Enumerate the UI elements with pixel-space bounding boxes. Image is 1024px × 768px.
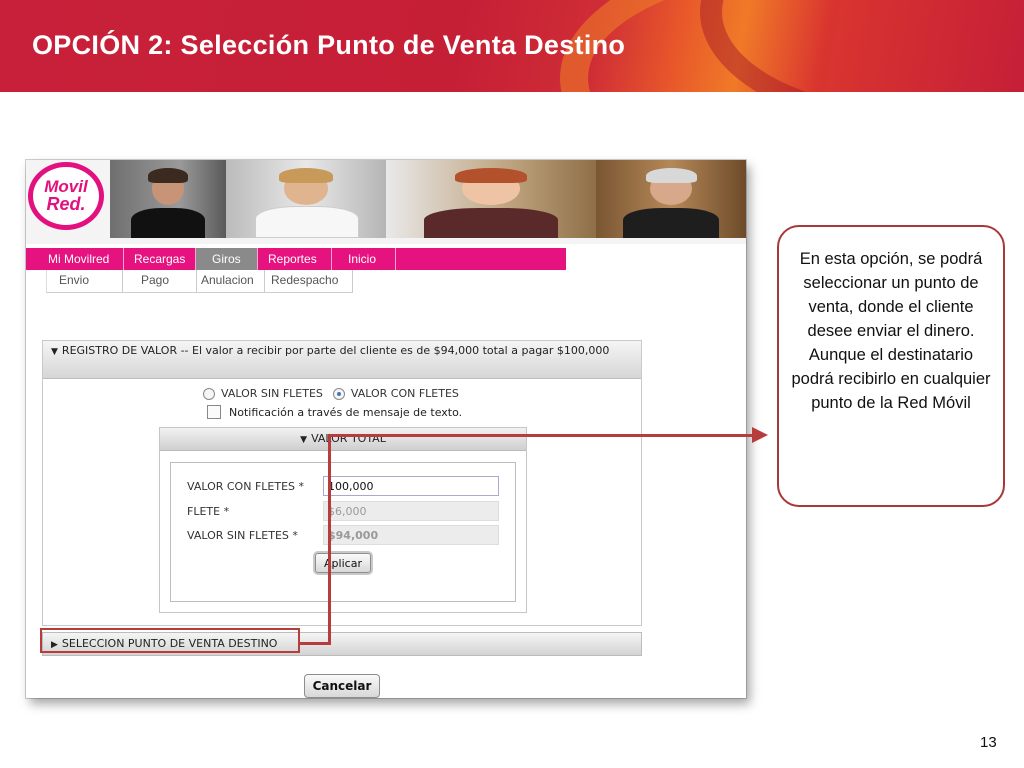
app-screenshot: Movil Red. Mi Movilred Recargas Giros Re… [26,160,746,698]
slide-title: OPCIÓN 2: Selección Punto de Venta Desti… [32,30,626,60]
highlight-box [40,628,300,653]
notificacion-row: Notificación a través de mensaje de text… [207,405,462,419]
radio-label-sin-fletes: VALOR SIN FLETES [221,387,323,400]
label-valor-sin-fletes: VALOR SIN FLETES * [187,529,298,542]
valor-total-form: VALOR CON FLETES * FLETE * VALOR SIN FLE… [170,462,516,602]
main-nav: Mi Movilred Recargas Giros Reportes Inic… [26,248,566,270]
cancelar-button[interactable]: Cancelar [304,674,380,698]
subnav-item-envio[interactable]: Envio [47,270,123,292]
valor-sin-fletes-input [323,525,499,545]
header-decoration-2 [700,0,1024,92]
movilred-logo[interactable]: Movil Red. [28,162,104,230]
logo-text-line2: Red. [46,193,86,214]
connector-line [328,434,756,437]
nav-item-recargas[interactable]: Recargas [124,248,196,270]
sub-nav: Envio Pago Anulacion Redespacho [46,270,353,293]
flete-input [323,501,499,521]
subnav-item-pago[interactable]: Pago [123,270,197,292]
subnav-item-anulacion[interactable]: Anulacion [197,270,265,292]
slide-header: OPCIÓN 2: Selección Punto de Venta Desti… [0,0,1024,92]
valor-total-header[interactable]: ▼ VALOR TOTAL [160,428,526,451]
registro-valor-header-text: REGISTRO DE VALOR -- El valor a recibir … [61,344,610,357]
arrow-right-icon [752,427,768,443]
page-number: 13 [980,734,997,751]
label-flete: FLETE * [187,505,230,518]
triangle-down-icon: ▼ [51,347,58,357]
radio-label-con-fletes: VALOR CON FLETES [350,387,459,400]
registro-valor-header[interactable]: ▼ REGISTRO DE VALOR -- El valor a recibir… [43,341,641,379]
banner-photo [386,160,596,238]
banner-photo [596,160,746,238]
app-banner: Movil Red. [26,160,746,244]
connector-line [328,435,331,644]
subnav-item-redespacho[interactable]: Redespacho [265,270,353,292]
radio-valor-con-fletes[interactable] [332,387,345,400]
nav-item-mi-movilred[interactable]: Mi Movilred [26,248,124,270]
callout-box: En esta opción, se podrá seleccionar un … [777,225,1005,507]
label-valor-con-fletes: VALOR CON FLETES * [187,480,304,493]
nav-item-inicio[interactable]: Inicio [332,248,396,270]
connector-line [300,642,331,645]
notificacion-checkbox[interactable] [207,405,221,419]
registro-valor-panel: ▼ REGISTRO DE VALOR -- El valor a recibir… [42,340,642,626]
nav-item-reportes[interactable]: Reportes [258,248,332,270]
valor-con-fletes-input[interactable] [323,476,499,496]
triangle-down-icon: ▼ [300,435,308,445]
banner-photo [226,160,386,238]
banner-photo [110,160,226,238]
nav-item-giros[interactable]: Giros [196,248,258,270]
aplicar-button[interactable]: Aplicar [315,553,371,573]
valor-total-panel: ▼VALOR TOTAL VALOR CON FLETES * FLETE * … [159,427,527,613]
radio-valor-sin-fletes[interactable] [203,387,215,400]
notificacion-label: Notificación a través de mensaje de text… [229,405,463,419]
valor-radio-group: VALOR SIN FLETES VALOR CON FLETES [203,387,459,400]
